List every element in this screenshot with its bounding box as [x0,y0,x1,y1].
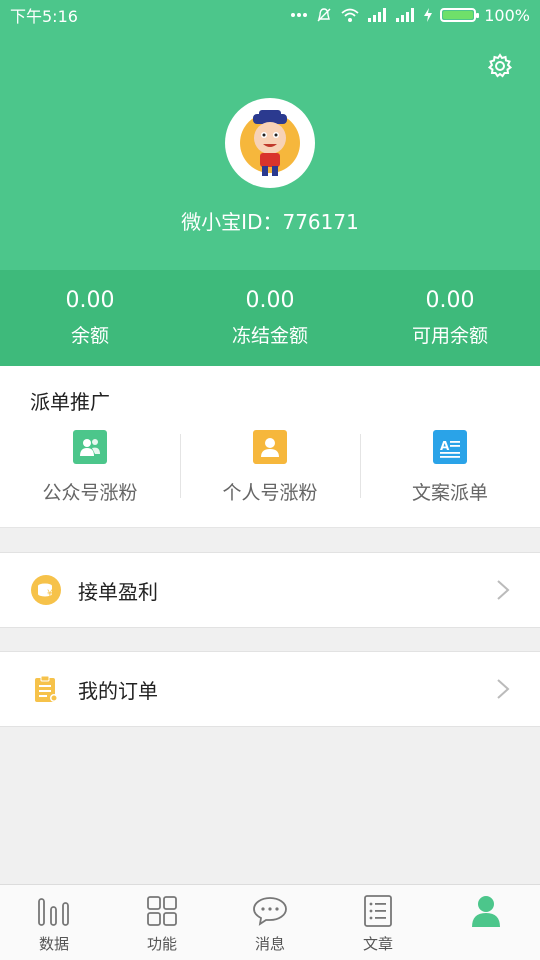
frozen-balance-item[interactable]: 0.00 冻结金额 [180,270,360,366]
status-icons: 100% [290,6,530,25]
battery-icon [440,8,480,22]
row-accept-orders[interactable]: ¥ 接单盈利 [0,552,540,628]
available-balance-value: 0.00 [425,288,475,313]
document-icon: A [433,430,467,464]
promo-card: 派单推广 公众号涨粉 个人号涨粉 A 文案派单 [0,366,540,528]
promo-item-personal-account[interactable]: 个人号涨粉 [180,430,360,510]
row-label: 接单盈利 [78,579,158,604]
tab-label: 功能 [146,935,177,953]
tab-label: 消息 [254,935,285,953]
wechat-group-icon [73,430,107,464]
svg-text:A: A [440,439,450,453]
available-balance-item[interactable]: 0.00 可用余额 [360,270,540,366]
battery-percent: 100% [484,5,530,25]
status-time: 下午5:16 [10,7,78,26]
balance-strip: 0.00 余额 0.00 冻结金额 0.00 可用余额 [0,270,540,366]
mascot-avatar-icon [240,110,300,176]
settings-gear-icon[interactable] [486,52,514,80]
row-my-orders[interactable]: 我的订单 [0,651,540,727]
charging-icon [424,8,433,22]
promo-title: 派单推广 [30,390,110,414]
tab-data[interactable]: 数据 [0,885,108,960]
svg-text:¥: ¥ [47,589,53,599]
chevron-right-icon [497,679,510,699]
promo-label: 文案派单 [411,482,488,504]
chat-bubble-icon [252,893,288,929]
promo-items: 公众号涨粉 个人号涨粉 A 文案派单 [0,430,540,510]
coins-icon: ¥ [30,574,62,606]
frozen-balance-value: 0.00 [245,288,295,313]
tab-profile[interactable] [432,885,540,960]
bar-chart-icon [36,893,72,929]
frozen-balance-label: 冻结金额 [231,325,308,347]
user-id: 微小宝ID：776171 [181,210,359,234]
mute-bell-icon [316,7,332,23]
tab-functions[interactable]: 功能 [108,885,216,960]
grid-icon [144,893,180,929]
tab-label: 数据 [38,935,69,953]
balance-item[interactable]: 0.00 余额 [0,270,180,366]
promo-item-copywriting[interactable]: A 文案派单 [360,430,540,510]
balance-label: 余额 [70,325,109,347]
bottom-tab-bar: 数据 功能 消息 文章 [0,884,540,960]
wifi-icon [340,7,360,23]
signal-icon-1 [368,8,388,22]
promo-item-official-account[interactable]: 公众号涨粉 [0,430,180,510]
status-bar: 下午5:16 100% [0,0,540,30]
article-icon [360,893,396,929]
tab-articles[interactable]: 文章 [324,885,432,960]
person-icon [253,430,287,464]
more-dots-icon [290,12,308,18]
tab-messages[interactable]: 消息 [216,885,324,960]
signal-icon-2 [396,8,416,22]
row-label: 我的订单 [78,678,158,703]
profile-header: 微小宝ID：776171 [0,30,540,270]
promo-label: 个人号涨粉 [222,482,318,504]
avatar[interactable] [225,98,315,188]
tab-label: 文章 [362,935,393,953]
chevron-right-icon [497,580,510,600]
clipboard-icon [30,673,62,705]
balance-value: 0.00 [65,288,115,313]
available-balance-label: 可用余额 [411,325,488,347]
promo-label: 公众号涨粉 [42,482,138,504]
profile-icon [468,893,504,929]
